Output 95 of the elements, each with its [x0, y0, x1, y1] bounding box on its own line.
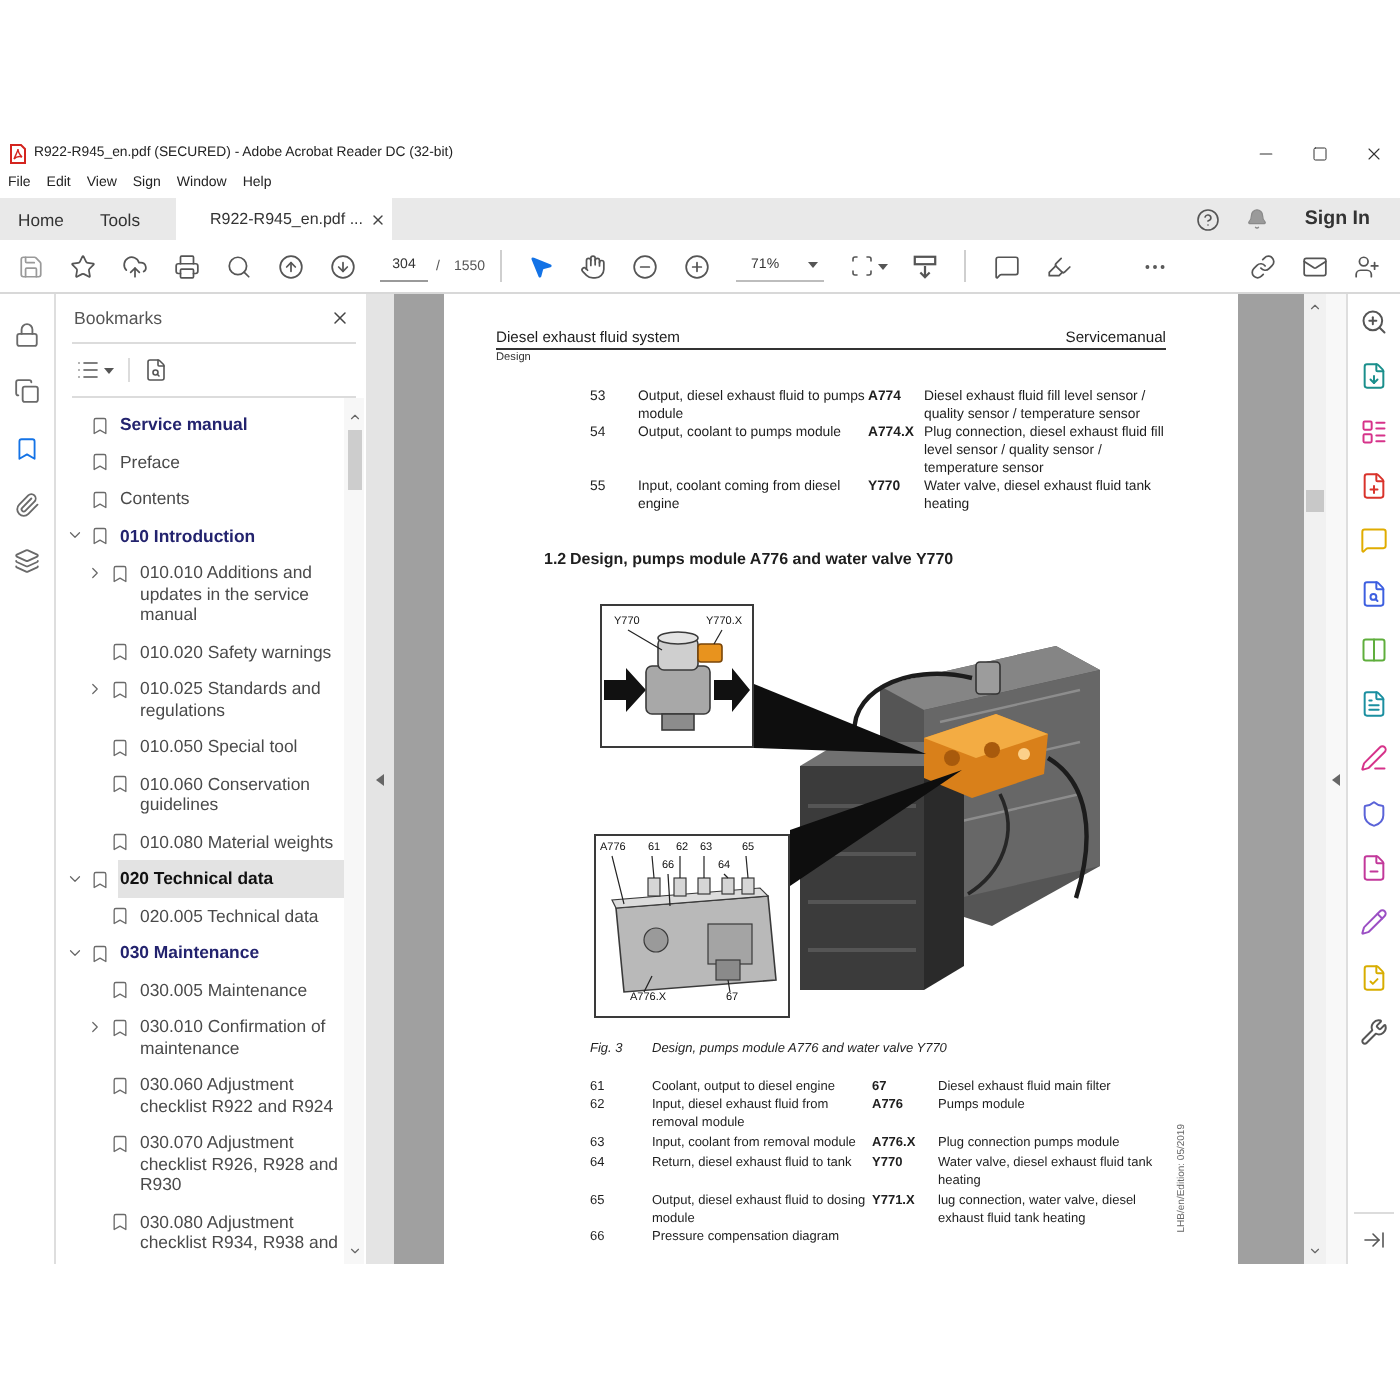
- triangle-left-icon[interactable]: [376, 773, 384, 785]
- sign-in-button[interactable]: Sign In: [1304, 208, 1370, 230]
- close-icon[interactable]: [1363, 143, 1383, 163]
- bookmark-icon: [110, 1212, 130, 1232]
- leader-line: [643, 975, 653, 993]
- bookmark-item[interactable]: 010.080 Material weights: [138, 823, 344, 860]
- pages-icon[interactable]: [14, 378, 40, 405]
- bookmark-icon[interactable]: [14, 435, 40, 462]
- nav-tab[interactable]: Home: [0, 198, 82, 240]
- bookmark-item[interactable]: Preface: [118, 443, 344, 480]
- scrollbar-thumb[interactable]: [1306, 490, 1324, 512]
- hand-icon[interactable]: [580, 253, 607, 279]
- bookmark-item[interactable]: 010.025 Standards and regulations: [138, 670, 344, 728]
- document-search-icon[interactable]: [1360, 580, 1388, 609]
- zoom-in-icon[interactable]: [684, 253, 711, 279]
- bookmark-item[interactable]: 030.070 Adjustment checklist R926, R928 and R930: [138, 1124, 344, 1203]
- close-icon[interactable]: [369, 211, 385, 227]
- leader-line: [723, 873, 729, 879]
- star-icon[interactable]: [69, 253, 95, 279]
- document-download-icon[interactable]: [1360, 362, 1388, 391]
- box-arrow-down-icon[interactable]: [912, 253, 939, 279]
- leader-line: [651, 855, 655, 879]
- chevron-up-icon[interactable]: [347, 410, 361, 424]
- bookmark-item[interactable]: 030.060 Adjustment checklist R922 and R924: [138, 1066, 344, 1124]
- pencil-icon[interactable]: [1360, 908, 1388, 937]
- arrow-up-circle-icon[interactable]: [277, 253, 303, 279]
- user-plus-icon[interactable]: [1353, 253, 1379, 279]
- columns-icon[interactable]: [1360, 635, 1388, 664]
- bookmark-item[interactable]: 010.020 Safety warnings: [138, 633, 344, 670]
- pdf-icon: [10, 143, 26, 163]
- bookmark-icon: [110, 1075, 130, 1095]
- caret-icon[interactable]: [877, 263, 888, 269]
- document-search-icon[interactable]: [144, 358, 168, 382]
- bookmark-item[interactable]: 010.060 Conservation guidelines: [138, 765, 344, 823]
- cloud-upload-icon[interactable]: [121, 253, 147, 279]
- highlighter-icon[interactable]: [1046, 253, 1073, 279]
- triangle-left-icon[interactable]: [1332, 773, 1340, 785]
- help-icon[interactable]: [1196, 207, 1221, 231]
- document-tab[interactable]: R922-R945_en.pdf ...: [176, 198, 391, 240]
- bookmark-item[interactable]: 030.010 Confirmation of maintenance: [138, 1008, 344, 1066]
- caret-icon[interactable]: [104, 367, 114, 373]
- leader-line: [611, 855, 625, 905]
- bookmark-item[interactable]: 030 Maintenance: [118, 934, 344, 971]
- maximize-icon[interactable]: [1311, 145, 1327, 161]
- document-plus-icon[interactable]: [1360, 471, 1388, 500]
- bookmark-item[interactable]: Service manual: [118, 406, 344, 443]
- shield-icon[interactable]: [1360, 799, 1388, 828]
- leader-line: [703, 855, 705, 879]
- zoom-out-icon[interactable]: [632, 253, 659, 279]
- frame-corners-icon[interactable]: [849, 254, 874, 278]
- section-number: 1.2: [544, 549, 569, 569]
- bookmark-item[interactable]: 010.010 Additions and updates in the service manual: [138, 554, 344, 633]
- chevron-down-icon[interactable]: [347, 1244, 361, 1258]
- pen-icon[interactable]: [1360, 744, 1388, 773]
- leader-line: [745, 855, 749, 879]
- speech-bubble-icon[interactable]: [994, 253, 1021, 279]
- caret-icon[interactable]: [807, 262, 818, 268]
- chevron-up-icon[interactable]: [1308, 300, 1322, 314]
- lock-icon[interactable]: [14, 322, 40, 348]
- leader-line: [627, 629, 663, 651]
- section-heading: Design, pumps module A776 and water valve Y770: [570, 549, 954, 569]
- mail-icon[interactable]: [1301, 253, 1327, 279]
- bookmark-item[interactable]: 010.050 Special tool: [138, 728, 344, 765]
- leader-line: [679, 855, 681, 879]
- bell-icon[interactable]: [1246, 208, 1269, 230]
- arrow-to-bar-icon[interactable]: [1362, 1228, 1386, 1252]
- layout-list-icon[interactable]: [1360, 417, 1388, 446]
- wrench-icon[interactable]: [1360, 1017, 1388, 1046]
- layers-icon[interactable]: [14, 548, 40, 575]
- close-icon[interactable]: [330, 308, 350, 328]
- pointer-icon[interactable]: [528, 253, 555, 279]
- search-icon[interactable]: [225, 253, 251, 279]
- zoom-in-icon[interactable]: [1360, 308, 1388, 336]
- save-icon[interactable]: [17, 253, 43, 279]
- bookmark-item[interactable]: 030.005 Maintenance: [138, 971, 344, 1008]
- panel-title: Bookmarks: [74, 308, 162, 328]
- bookmark-item[interactable]: Contents: [118, 480, 344, 517]
- link-icon[interactable]: [1249, 253, 1275, 279]
- document-check-icon[interactable]: [1360, 963, 1388, 992]
- chevron-down-icon[interactable]: [1308, 1244, 1322, 1258]
- bookmark-item[interactable]: 030.080 Adjustment checklist R934, R938 and: [138, 1203, 344, 1261]
- document-icon[interactable]: [1360, 690, 1388, 719]
- bookmark-item[interactable]: 020 Technical data: [118, 860, 344, 897]
- scrollbar-thumb[interactable]: [347, 430, 361, 490]
- bookmark-item[interactable]: 010 Introduction: [118, 517, 344, 554]
- document-minus-icon[interactable]: [1360, 853, 1388, 882]
- print-icon[interactable]: [173, 253, 199, 279]
- leader-line: [667, 873, 671, 907]
- bookmark-icon: [110, 1133, 130, 1153]
- leader-line: [713, 629, 723, 645]
- nav-tab[interactable]: Tools: [81, 198, 158, 240]
- paperclip-icon[interactable]: [14, 491, 40, 518]
- leader-line: [727, 979, 731, 993]
- arrow-down-circle-icon[interactable]: [329, 253, 355, 279]
- bookmark-item[interactable]: 020.005 Technical data: [138, 897, 344, 934]
